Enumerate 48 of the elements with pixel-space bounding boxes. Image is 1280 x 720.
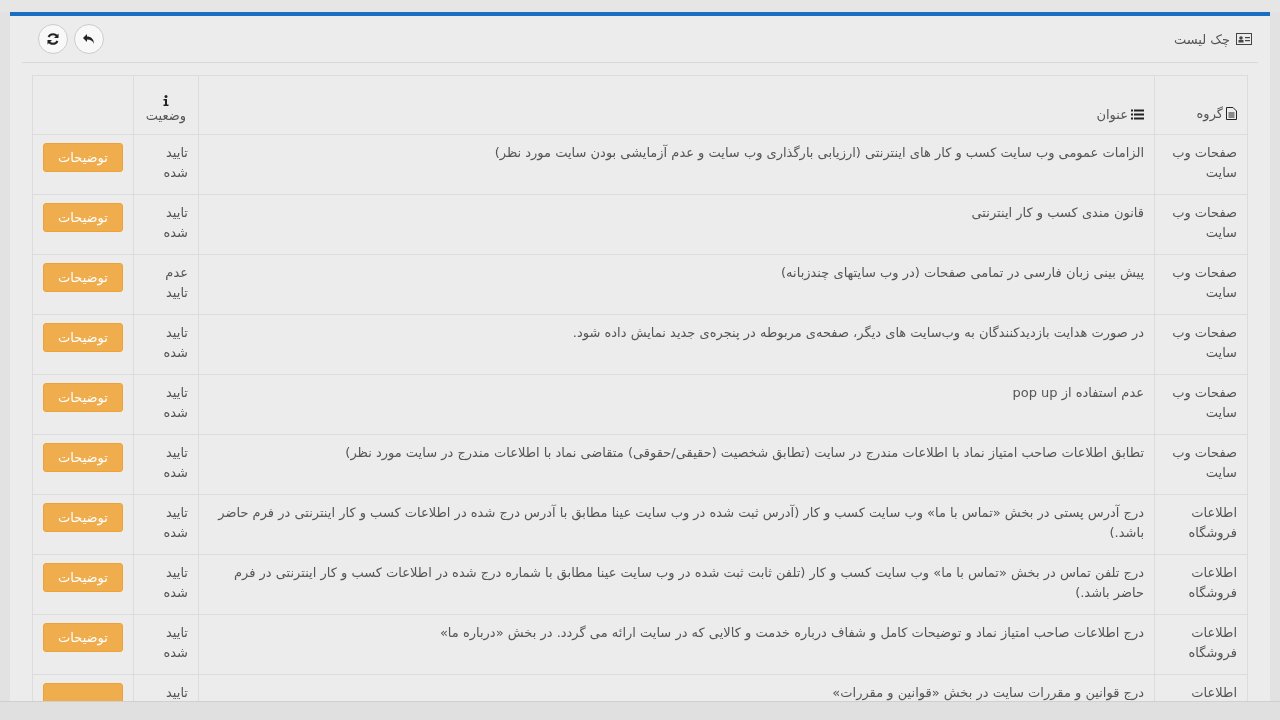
table-cell: عدم تایید	[133, 254, 199, 315]
table-cell: تایید شده	[133, 134, 199, 195]
file-icon	[1226, 107, 1237, 120]
column-header: وضعیت	[133, 75, 199, 135]
table-cell: صفحات وب سایت	[1154, 254, 1248, 315]
details-button[interactable]: توضیحات	[43, 203, 123, 232]
table-cell: تایید شده	[133, 554, 199, 615]
back-arrow-icon	[82, 32, 96, 46]
table-cell: اطلاعات فروشگاه	[1154, 614, 1248, 675]
table-cell: تایید شده	[133, 494, 199, 555]
table-cell: صفحات وب سایت	[1154, 374, 1248, 435]
details-button[interactable]: توضیحات	[43, 323, 123, 352]
list-icon	[1131, 109, 1144, 120]
details-button[interactable]: توضیحات	[43, 443, 123, 472]
table-cell: تایید شده	[133, 374, 199, 435]
table-cell: تایید شده	[133, 314, 199, 375]
table-cell: تطابق اطلاعات صاحب امتیاز نماد با اطلاعات مندرج در سایت (تطابق شخصیت (حقیقی/حقوقی) متقاضی نماد با اطلاعات مندرج در سایت مورد نظر)	[198, 434, 1155, 495]
table-cell: اطلاعات فروشگاه	[1154, 554, 1248, 615]
details-button[interactable]: توضیحات	[43, 143, 123, 172]
details-button[interactable]: توضیحات	[43, 503, 123, 532]
table-cell: تایید شده	[133, 434, 199, 495]
table-cell: تایید شده	[133, 194, 199, 255]
table-cell: درج تلفن تماس در بخش «تماس با ما» وب سایت کسب و کار (تلفن ثابت ثبت شده در وب سایت عینا مطابق با شماره درج شده در اطلاعات کسب و کار اینترنتی در فرم حاضر باشد.)	[198, 554, 1155, 615]
table-cell: درج آدرس پستی در بخش «تماس با ما» وب سایت کسب و کار (آدرس ثبت شده در وب سایت عینا مطابق با آدرس درج شده در اطلاعات کسب و کار اینترنتی در فرم حاضر باشد.)	[198, 494, 1155, 555]
table-cell: عدم استفاده از pop up	[198, 374, 1155, 435]
id-card-icon	[1236, 33, 1252, 45]
table-cell: در صورت هدایت بازدیدکنندگان به وب‌سایت های دیگر، صفحه‌ی مربوطه در پنجره‌ی جدید نمایش داده شود.	[198, 314, 1155, 375]
table-cell: صفحات وب سایت	[1154, 134, 1248, 195]
details-button[interactable]: توضیحات	[43, 563, 123, 592]
refresh-button[interactable]	[38, 24, 68, 54]
back-button[interactable]	[74, 24, 104, 54]
table-cell: پیش بینی زبان فارسی در تمامی صفحات (در وب سایتهای چندزبانه)	[198, 254, 1155, 315]
refresh-icon	[46, 32, 60, 46]
table-cell: صفحات وب سایت	[1154, 194, 1248, 255]
table-cell: صفحات وب سایت	[1154, 434, 1248, 495]
column-header: عنوان	[198, 75, 1155, 135]
table-cell: اطلاعات فروشگاه	[1154, 494, 1248, 555]
table-cell: تایید شده	[133, 614, 199, 675]
table-cell: قانون مندی کسب و کار اینترنتی	[198, 194, 1155, 255]
panel-title: چک لیست	[1173, 31, 1252, 47]
details-button[interactable]: توضیحات	[43, 263, 123, 292]
details-button[interactable]: توضیحات	[43, 383, 123, 412]
info-icon	[163, 95, 169, 106]
details-button[interactable]: توضیحات	[43, 623, 123, 652]
table-cell: درج اطلاعات صاحب امتیاز نماد و توضیحات کامل و شفاف درباره خدمت و کالایی که در سایت ارائه می گردد. در بخش «درباره ما»	[198, 614, 1155, 675]
table-cell: الزامات عمومی وب سایت کسب و کار های اینترنتی (ارزیابی بارگذاری وب سایت و عدم آزمایشی بودن سایت مورد نظر)	[198, 134, 1155, 195]
column-header: گروه	[1154, 75, 1248, 135]
table-cell: صفحات وب سایت	[1154, 314, 1248, 375]
